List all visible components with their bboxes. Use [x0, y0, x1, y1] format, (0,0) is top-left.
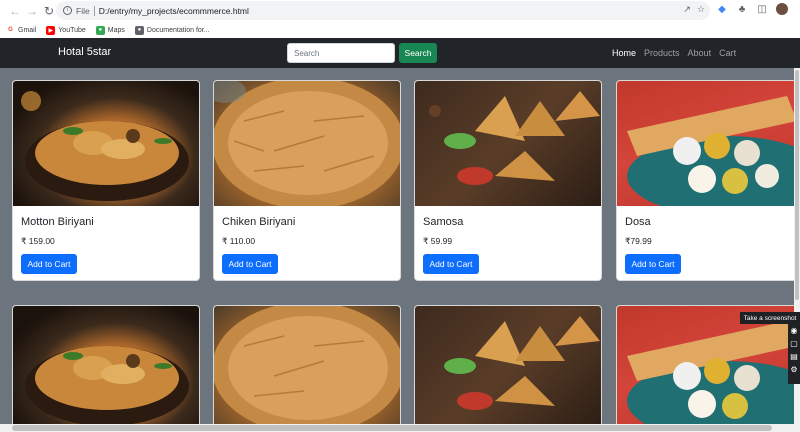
- search-input[interactable]: [287, 43, 395, 63]
- bookmark-star-icon[interactable]: ☆: [697, 4, 705, 15]
- product-card: Dosa ₹79.99 Add to Cart: [616, 80, 794, 281]
- add-to-cart-button[interactable]: Add to Cart: [21, 254, 77, 274]
- bookmark-maps[interactable]: ● Maps: [95, 25, 125, 35]
- file-scheme-label: File: [76, 5, 90, 16]
- search-button[interactable]: Search: [399, 43, 437, 63]
- gear-icon[interactable]: ⚙: [790, 365, 797, 375]
- bookmark-label: Gmail: [18, 26, 37, 34]
- back-arrow-icon[interactable]: ←: [7, 3, 23, 19]
- product-image-samosa: [415, 81, 601, 206]
- product-name: Chiken Biriyani: [222, 216, 296, 228]
- extension-color-icon[interactable]: ◆: [716, 4, 728, 15]
- screenshot-tooltip: Take a screenshot: [740, 312, 800, 324]
- nav-link-about[interactable]: About: [688, 48, 712, 58]
- bookmark-gmail[interactable]: G Gmail: [6, 25, 37, 35]
- product-card: Chiken Biriyani ₹ 110.00 Add to Cart: [213, 80, 401, 281]
- globe-icon: ●: [134, 25, 144, 35]
- menu-kebab-icon[interactable]: ⋮: [796, 4, 800, 15]
- extensions-puzzle-icon[interactable]: ♣: [736, 4, 748, 15]
- profile-avatar[interactable]: [776, 3, 788, 15]
- product-name: Dosa: [625, 216, 651, 228]
- product-image-chicken-biryani: [214, 306, 400, 424]
- bookmark-label: YouTube: [58, 26, 86, 34]
- share-icon[interactable]: ↗: [683, 4, 691, 15]
- video-icon[interactable]: ▢: [790, 339, 798, 349]
- gmail-icon: G: [6, 25, 15, 35]
- folder-icon[interactable]: ▤: [790, 352, 798, 362]
- product-image-dosa: [617, 81, 794, 206]
- add-to-cart-button[interactable]: Add to Cart: [423, 254, 479, 274]
- add-to-cart-button[interactable]: Add to Cart: [625, 254, 681, 274]
- horizontal-scroll-thumb[interactable]: [12, 425, 772, 431]
- nav-links: Home Products About Cart: [612, 48, 736, 58]
- bookmark-label: Documentation for...: [146, 26, 210, 34]
- maps-icon: ●: [95, 25, 105, 35]
- add-to-cart-button[interactable]: Add to Cart: [222, 254, 278, 274]
- url-text[interactable]: D:/entry/my_projects/ecommmerce.html: [99, 6, 249, 16]
- site-navbar: Hotal 5star Search Home Products About C…: [0, 38, 800, 68]
- product-price: ₹ 59.99: [423, 236, 453, 246]
- product-image-samosa: [415, 306, 601, 424]
- forward-arrow-icon[interactable]: →: [24, 3, 40, 19]
- vertical-scroll-thumb[interactable]: [795, 70, 799, 300]
- product-price: ₹ 110.00: [222, 236, 256, 246]
- bookmark-label: Maps: [107, 26, 125, 34]
- info-icon[interactable]: i: [63, 6, 72, 15]
- bookmark-youtube[interactable]: ▶ YouTube: [46, 25, 86, 35]
- product-card: Motton Biriyani ₹ 159.00 Add to Cart: [12, 80, 200, 281]
- product-card: [414, 305, 602, 424]
- product-grid: Motton Biriyani ₹ 159.00 Add to Cart Chi…: [0, 68, 794, 424]
- product-card: [213, 305, 401, 424]
- nav-link-products[interactable]: Products: [644, 48, 680, 58]
- screenshot-toolbar: ◉ ▢ ▤ ⚙: [788, 324, 800, 384]
- product-card: [12, 305, 200, 424]
- product-price: ₹79.99: [625, 236, 652, 246]
- nav-link-home[interactable]: Home: [612, 48, 636, 58]
- reload-icon[interactable]: ↻: [41, 3, 57, 19]
- nav-link-cart[interactable]: Cart: [719, 48, 736, 58]
- brand-logo[interactable]: Hotal 5star: [58, 46, 111, 58]
- address-separator: [93, 5, 95, 16]
- side-panel-icon[interactable]: ◫: [756, 4, 768, 15]
- bookmarks-bar: G Gmail ▶ YouTube ● Maps ● Documentation…: [0, 22, 800, 38]
- bookmark-documentation[interactable]: ● Documentation for...: [134, 25, 210, 35]
- product-image-mutton-biryani: [13, 81, 199, 206]
- product-price: ₹ 159.00: [21, 236, 55, 246]
- product-card: Samosa ₹ 59.99 Add to Cart: [414, 80, 602, 281]
- product-image-chicken-biryani: [214, 81, 400, 206]
- product-image-mutton-biryani: [13, 306, 199, 424]
- camera-icon[interactable]: ◉: [791, 326, 798, 336]
- address-bar[interactable]: i File D:/entry/my_projects/ecommmerce.h…: [56, 1, 710, 20]
- product-name: Motton Biriyani: [21, 216, 94, 228]
- youtube-icon: ▶: [46, 25, 56, 35]
- product-name: Samosa: [423, 216, 464, 228]
- browser-toolbar: ← → ↻ i File D:/entry/my_projects/ecommm…: [0, 0, 800, 22]
